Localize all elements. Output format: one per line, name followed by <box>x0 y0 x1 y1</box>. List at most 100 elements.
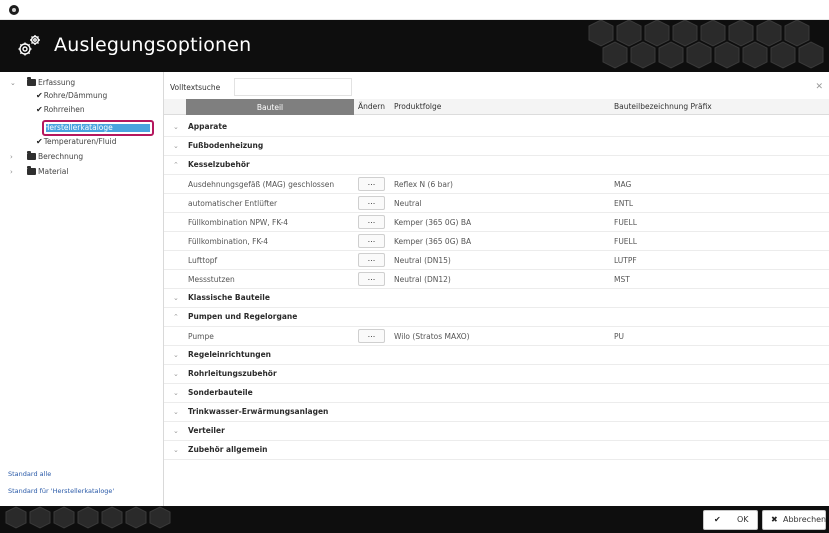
group-row[interactable]: ⌄ Sonderbauteile <box>164 384 829 403</box>
table-row[interactable]: Ausdehnungsgefäß (MAG) geschlossen... Ref… <box>164 175 829 194</box>
close-icon[interactable]: ✕ <box>815 82 823 92</box>
folder-icon <box>27 166 36 175</box>
ok-button[interactable]: ✔ OK <box>703 510 758 530</box>
edit-button[interactable]: ... <box>358 329 385 343</box>
edit-button[interactable]: ... <box>358 215 385 229</box>
group-label: Zubehör allgemein <box>188 445 268 454</box>
edit-button[interactable]: ... <box>358 272 385 286</box>
cell-praefix: MST <box>614 275 630 284</box>
tree-item-label: Berechnung <box>38 152 84 161</box>
chevron-down-icon[interactable]: ⌄ <box>10 77 16 89</box>
column-header-praefix[interactable]: Bauteilbezeichnung Präfix <box>614 99 712 115</box>
gears-icon <box>18 35 40 56</box>
tree-item-label: Erfassung <box>38 78 76 87</box>
group-row[interactable]: ⌄ Regeleinrichtungen <box>164 346 829 365</box>
cell-produktfolge: Reflex N (6 bar) <box>394 180 453 189</box>
table-header: ^ Bauteil Ändern Produktfolge Bauteilbez… <box>164 97 829 115</box>
chevron-down-icon[interactable]: ⌄ <box>173 142 179 150</box>
column-header-produktfolge[interactable]: Produktfolge <box>394 99 441 115</box>
group-row[interactable]: ⌃ Pumpen und Regelorgane <box>164 308 829 327</box>
column-header-bauteil[interactable]: ^ Bauteil <box>186 97 354 115</box>
group-row[interactable]: ⌄ Verteiler <box>164 422 829 441</box>
tree-item-label: Rohrreihen <box>43 105 85 114</box>
title-bar <box>0 0 829 20</box>
chevron-down-icon[interactable]: ⌄ <box>173 427 179 435</box>
edit-button[interactable]: ... <box>358 234 385 248</box>
cell-bauteil: automatischer Entlüfter <box>188 199 278 208</box>
chevron-down-icon[interactable]: ⌄ <box>173 123 179 131</box>
cell-bauteil: Füllkombination, FK-4 <box>188 237 269 246</box>
folder-open-icon <box>27 77 36 86</box>
chevron-down-icon[interactable]: ⌄ <box>173 370 179 378</box>
cell-produktfolge: Neutral (DN12) <box>394 275 451 284</box>
cancel-button[interactable]: ✖ Abbrechen <box>762 510 826 530</box>
cell-produktfolge: Neutral <box>394 199 422 208</box>
table-row[interactable]: Messstutzen... Neutral (DN12) MST <box>164 270 829 289</box>
cell-produktfolge: Neutral (DN15) <box>394 256 451 265</box>
cell-praefix: MAG <box>614 180 632 189</box>
cell-praefix: FUELL <box>614 218 637 227</box>
standard-all-link[interactable]: Standard alle <box>8 470 51 478</box>
group-row[interactable]: ⌄ Trinkwasser-Erwärmungsanlagen <box>164 403 829 422</box>
group-label: Trinkwasser-Erwärmungsanlagen <box>188 407 329 416</box>
table-row[interactable]: Pumpe... Wilo (Stratos MAXO) PU <box>164 327 829 346</box>
sort-ascending-icon: ^ <box>267 97 273 104</box>
check-icon: ✔ <box>36 123 43 132</box>
chevron-down-icon[interactable]: ⌄ <box>173 408 179 416</box>
app-icon <box>9 5 19 15</box>
chevron-right-icon[interactable]: › <box>10 151 13 163</box>
group-label: Fußbodenheizung <box>188 141 264 150</box>
group-label: Apparate <box>188 122 228 131</box>
cell-bauteil: Pumpe <box>188 332 214 341</box>
dialog-title: Auslegungsoptionen <box>54 34 252 56</box>
group-label: Sonderbauteile <box>188 388 253 397</box>
dialog-footer: ✔ OK ✖ Abbrechen <box>0 506 829 533</box>
group-row[interactable]: ⌃ Kesselzubehör <box>164 156 829 175</box>
chevron-down-icon[interactable]: ⌄ <box>173 389 179 397</box>
chevron-right-icon[interactable]: › <box>10 166 13 178</box>
group-label: Pumpen und Regelorgane <box>188 312 298 321</box>
table-row[interactable]: Lufttopf... Neutral (DN15) LUTPF <box>164 251 829 270</box>
group-label: Rohrleitungszubehör <box>188 369 277 378</box>
group-row[interactable]: ⌄ Zubehör allgemein <box>164 441 829 460</box>
check-icon: ✔ <box>36 91 43 100</box>
search-input[interactable] <box>234 78 352 96</box>
group-row[interactable]: ⌄ Fußbodenheizung <box>164 137 829 156</box>
tree-item-temperaturen-fluid[interactable]: ✔Temperaturen/Fluid <box>36 136 117 148</box>
table-row[interactable]: Füllkombination, FK-4... Kemper (365 0G) … <box>164 232 829 251</box>
chevron-down-icon[interactable]: ⌄ <box>173 294 179 302</box>
cell-praefix: FUELL <box>614 237 637 246</box>
tree-item-label: Temperaturen/Fluid <box>43 137 117 146</box>
tree-item-label: Herstellerkataloge <box>43 123 113 132</box>
group-label: Verteiler <box>188 426 225 435</box>
group-label: Regeleinrichtungen <box>188 350 271 359</box>
chevron-up-icon[interactable]: ⌃ <box>173 313 179 321</box>
table-row[interactable]: automatischer Entlüfter... Neutral ENTL <box>164 194 829 213</box>
chevron-down-icon[interactable]: ⌄ <box>173 446 179 454</box>
tree-item-rohrreihen[interactable]: ✔Rohrreihen <box>36 104 85 116</box>
tree-item-herstellerkataloge[interactable]: ✔Herstellerkataloge <box>36 120 154 136</box>
edit-button[interactable]: ... <box>358 253 385 267</box>
table-row[interactable]: Füllkombination NPW, FK-4... Kemper (365 … <box>164 213 829 232</box>
group-row[interactable]: ⌄ Klassische Bauteile <box>164 289 829 308</box>
cell-produktfolge: Wilo (Stratos MAXO) <box>394 332 470 341</box>
group-row[interactable]: ⌄ Rohrleitungszubehör <box>164 365 829 384</box>
cell-praefix: LUTPF <box>614 256 637 265</box>
dialog-header: Auslegungsoptionen <box>0 20 829 72</box>
options-tree: ⌄ Erfassung ✔Rohre/Dämmung ✔Rohrreihen ✔… <box>0 72 163 506</box>
check-icon: ✔ <box>714 515 721 524</box>
tree-item-rohre-daemmung[interactable]: ✔Rohre/Dämmung <box>36 90 107 102</box>
edit-button[interactable]: ... <box>358 177 385 191</box>
tree-item-label: Material <box>38 167 69 176</box>
check-icon: ✔ <box>36 137 43 146</box>
chevron-up-icon[interactable]: ⌃ <box>173 161 179 169</box>
search-label: Volltextsuche <box>170 83 221 92</box>
folder-icon <box>27 151 36 160</box>
group-row[interactable]: ⌄ Apparate <box>164 118 829 137</box>
chevron-down-icon[interactable]: ⌄ <box>173 351 179 359</box>
group-label: Klassische Bauteile <box>188 293 270 302</box>
cell-bauteil: Lufttopf <box>188 256 218 265</box>
edit-button[interactable]: ... <box>358 196 385 210</box>
column-header-aendern[interactable]: Ändern <box>358 99 385 115</box>
standard-current-link[interactable]: Standard für 'Herstellerkataloge' <box>8 487 114 495</box>
